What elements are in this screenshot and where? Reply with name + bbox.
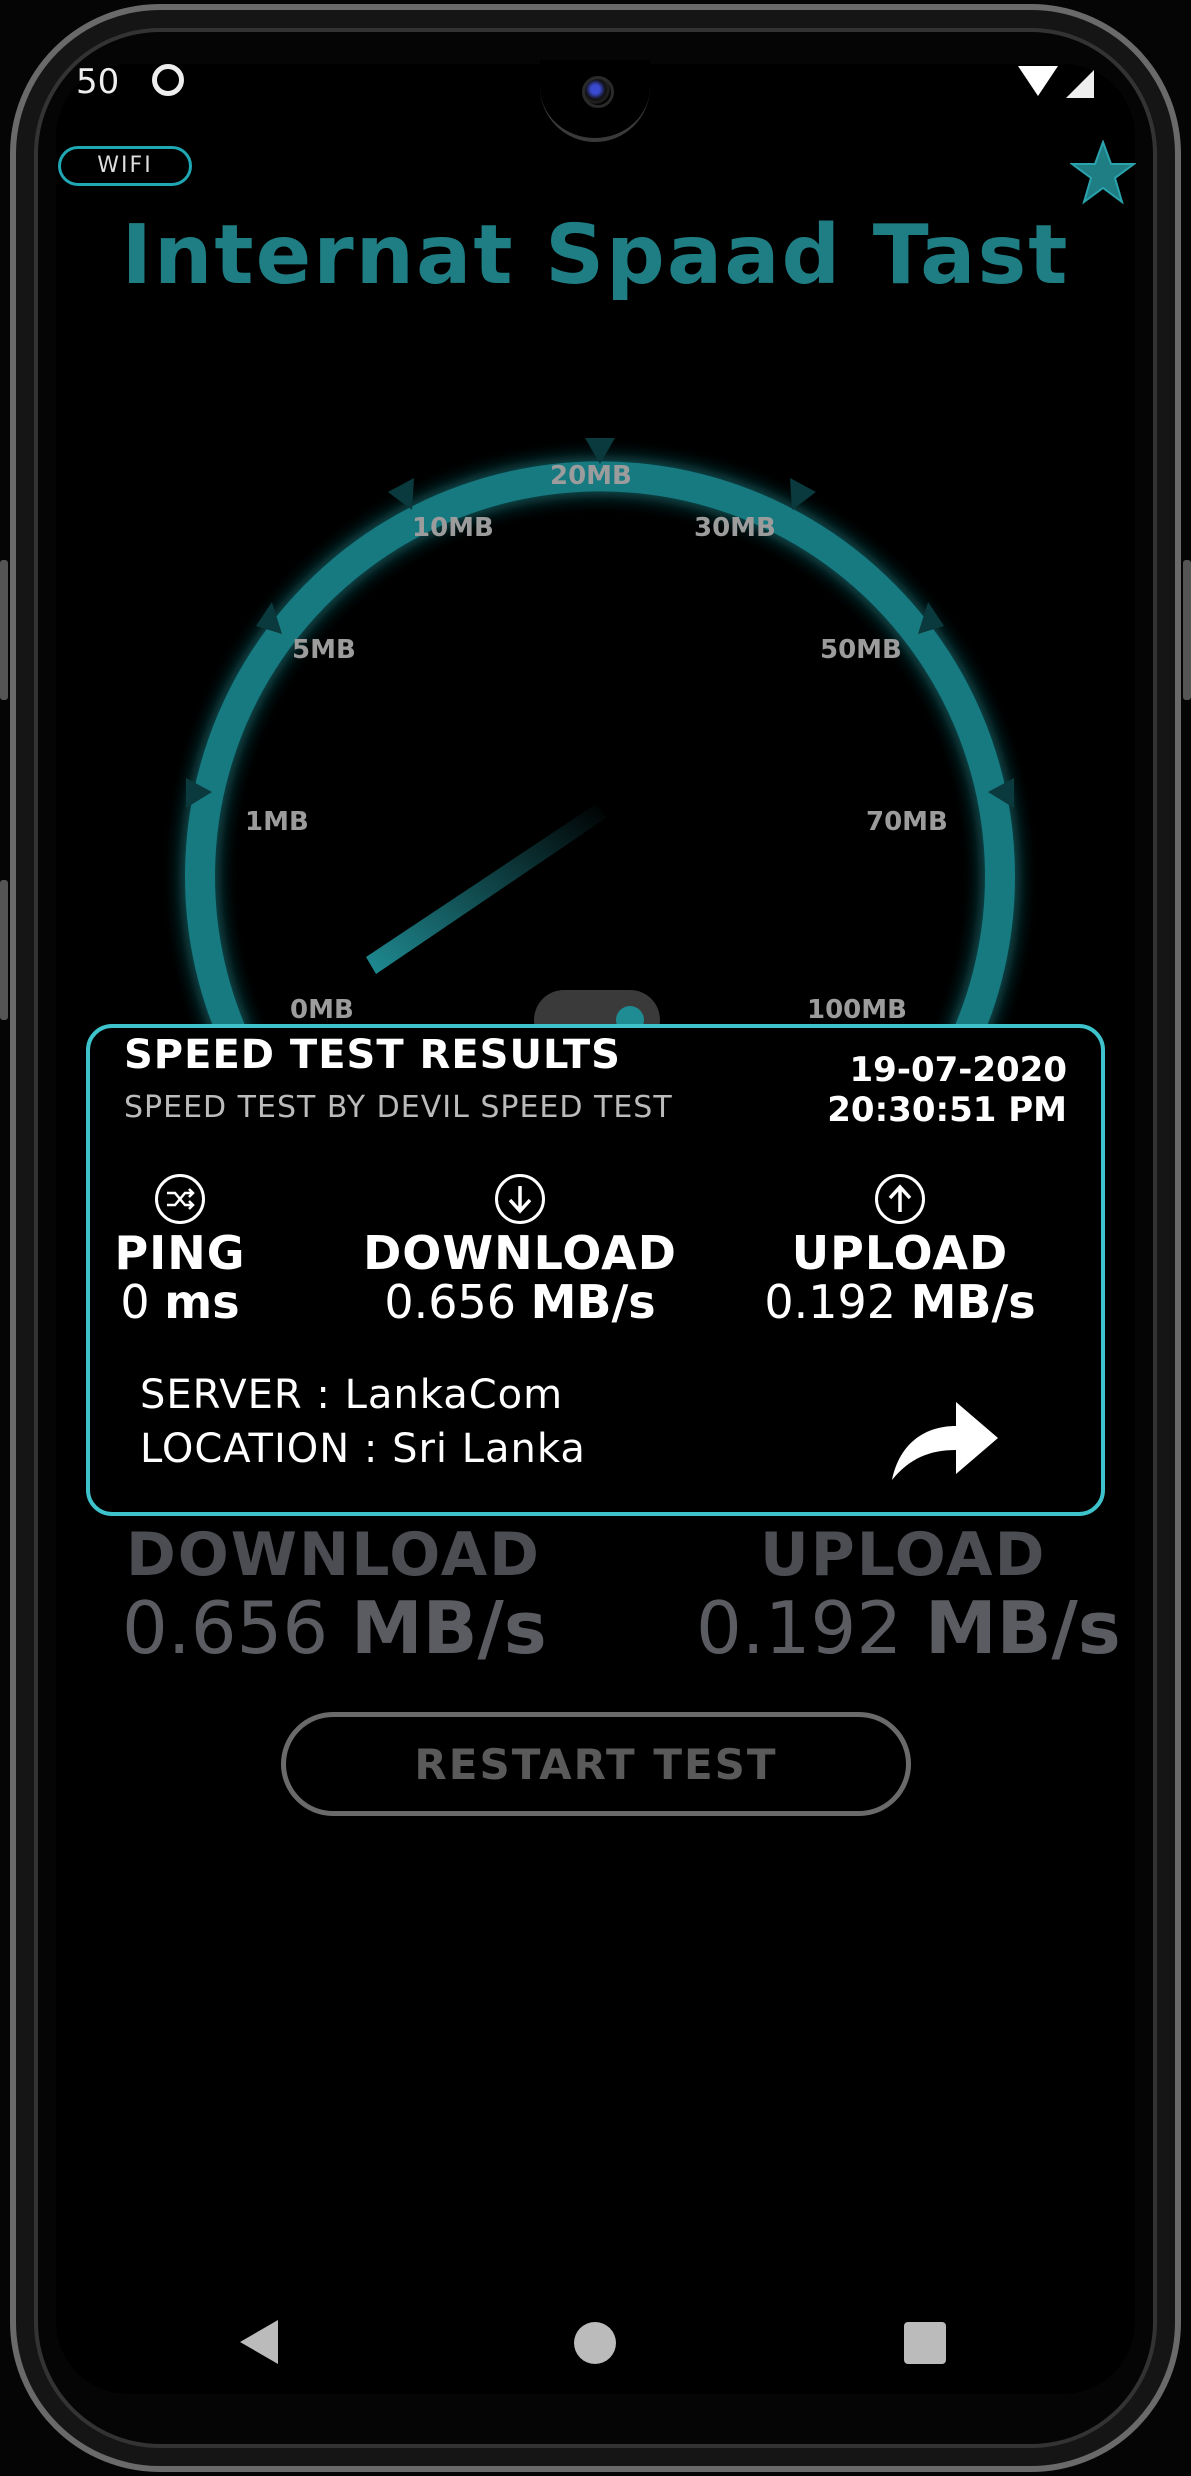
tick-label: 30MB: [694, 513, 776, 543]
summary-upload-value: 0.192 MB/s: [696, 1586, 1121, 1670]
download-metric: DOWNLOAD 0.656 MB/s: [350, 1174, 690, 1326]
wifi-status-icon: [1018, 66, 1058, 96]
upload-metric: UPLOAD 0.192 MB/s: [750, 1174, 1050, 1326]
ping-label: PING: [114, 1226, 246, 1280]
tick-label: 0MB: [290, 995, 354, 1025]
tick-label: 1MB: [245, 807, 309, 837]
results-time: 20:30:51 PM: [827, 1090, 1067, 1130]
ping-value: 0 ms: [110, 1278, 250, 1326]
network-type-chip[interactable]: WIFI: [58, 146, 192, 186]
gauge-arc: [185, 461, 1015, 1047]
upload-number: 0.192: [764, 1275, 897, 1329]
arrow-up-circle-icon: [875, 1174, 925, 1224]
ping-metric: PING 0 ms: [110, 1174, 250, 1326]
summary-download-label: DOWNLOAD: [126, 1520, 541, 1590]
upload-value: 0.192 MB/s: [750, 1278, 1050, 1326]
tick-label: 10MB: [412, 513, 494, 543]
power-button: [1183, 560, 1191, 700]
app-title: Internat Spaad Tast: [121, 208, 1070, 303]
download-unit: MB/s: [530, 1275, 656, 1329]
download-value: 0.656 MB/s: [350, 1278, 690, 1326]
results-dialog: SPEED TEST RESULTS SPEED TEST BY DEVIL S…: [86, 1024, 1105, 1516]
gauge-ticks: [186, 438, 1014, 808]
star-rate-icon[interactable]: [1070, 140, 1136, 206]
tick-label: 70MB: [866, 807, 948, 837]
ping-number: 0: [120, 1275, 150, 1329]
results-title: SPEED TEST RESULTS: [124, 1032, 621, 1078]
download-label: DOWNLOAD: [363, 1226, 677, 1280]
location-info: LOCATION : Sri Lanka: [140, 1426, 586, 1472]
tick-label: 20MB: [550, 461, 632, 491]
volume-button: [0, 560, 8, 700]
download-number: 0.656: [384, 1275, 517, 1329]
nav-home-icon[interactable]: [574, 2322, 616, 2364]
phone-device: 50 WIFI Internat Spaad Tast 0MB 1MB 5MB …: [0, 0, 1191, 2476]
nav-back-icon[interactable]: [240, 2320, 278, 2364]
upload-label: UPLOAD: [791, 1226, 1009, 1280]
summary-upload-unit: MB/s: [925, 1586, 1121, 1670]
tick-label: 100MB: [807, 995, 907, 1025]
summary-download-number: 0.656: [122, 1586, 329, 1670]
shuffle-icon: [155, 1174, 205, 1224]
volume-button-lower: [0, 880, 8, 1020]
ping-unit: ms: [164, 1275, 240, 1329]
results-subtitle: SPEED TEST BY DEVIL SPEED TEST: [124, 1090, 673, 1125]
summary-download-value: 0.656 MB/s: [122, 1586, 547, 1670]
results-date: 19-07-2020: [849, 1050, 1067, 1090]
arrow-down-circle-icon: [495, 1174, 545, 1224]
tick-label: 50MB: [820, 635, 902, 665]
summary-download-unit: MB/s: [351, 1586, 547, 1670]
summary-upload-number: 0.192: [696, 1586, 903, 1670]
upload-unit: MB/s: [910, 1275, 1036, 1329]
camera-icon: [582, 76, 614, 108]
tick-label: 5MB: [292, 635, 356, 665]
summary-upload-label: UPLOAD: [760, 1520, 1047, 1590]
server-info: SERVER : LankaCom: [140, 1372, 564, 1418]
nav-recents-icon[interactable]: [904, 2322, 946, 2364]
signal-icon: [1066, 70, 1094, 98]
restart-test-button[interactable]: RESTART TEST: [281, 1712, 911, 1816]
gauge-needle: [366, 804, 606, 974]
share-icon[interactable]: [890, 1398, 1000, 1484]
status-time: 50: [76, 62, 120, 102]
notification-icon: [152, 64, 184, 96]
